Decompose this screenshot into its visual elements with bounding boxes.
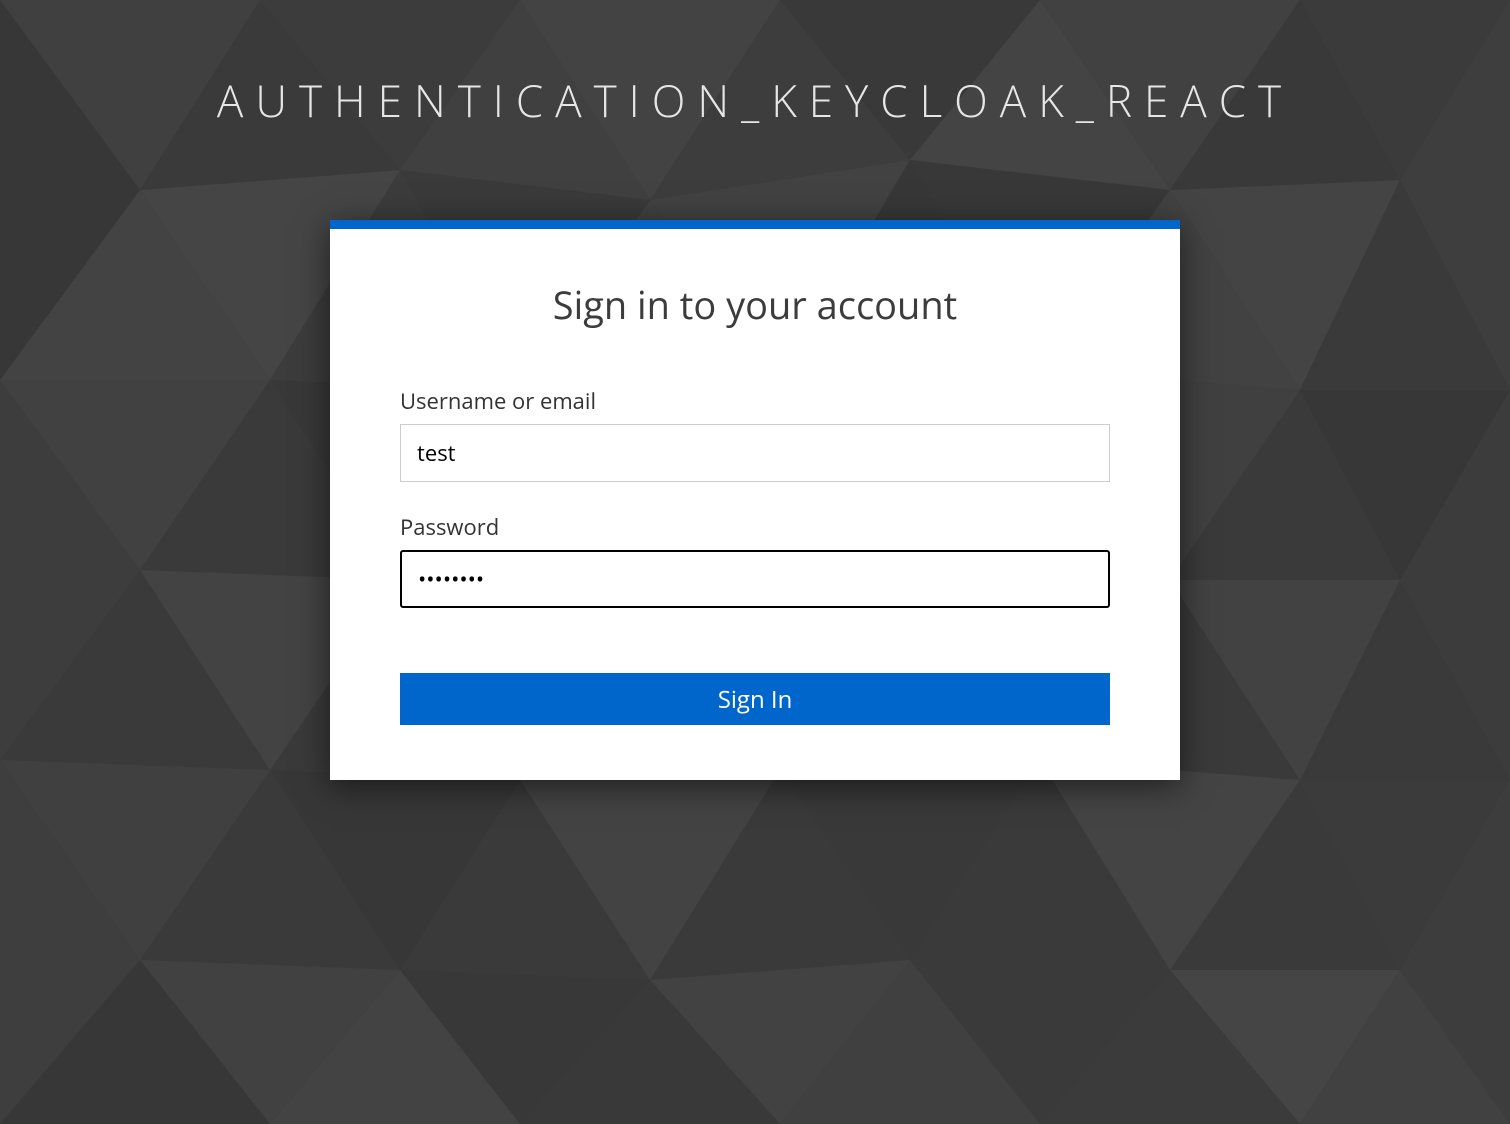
card-title: Sign in to your account bbox=[400, 279, 1110, 331]
password-input[interactable] bbox=[400, 550, 1110, 608]
username-input[interactable] bbox=[400, 424, 1110, 482]
username-group: Username or email bbox=[400, 386, 1110, 482]
password-group: Password bbox=[400, 512, 1110, 608]
password-label: Password bbox=[400, 512, 1110, 542]
signin-button[interactable]: Sign In bbox=[400, 673, 1110, 725]
login-card: Sign in to your account Username or emai… bbox=[330, 220, 1180, 780]
realm-title: AUTHENTICATION_KEYCLOAK_REACT bbox=[115, 70, 1395, 130]
username-label: Username or email bbox=[400, 386, 1110, 416]
login-form: Username or email Password Sign In bbox=[400, 386, 1110, 725]
